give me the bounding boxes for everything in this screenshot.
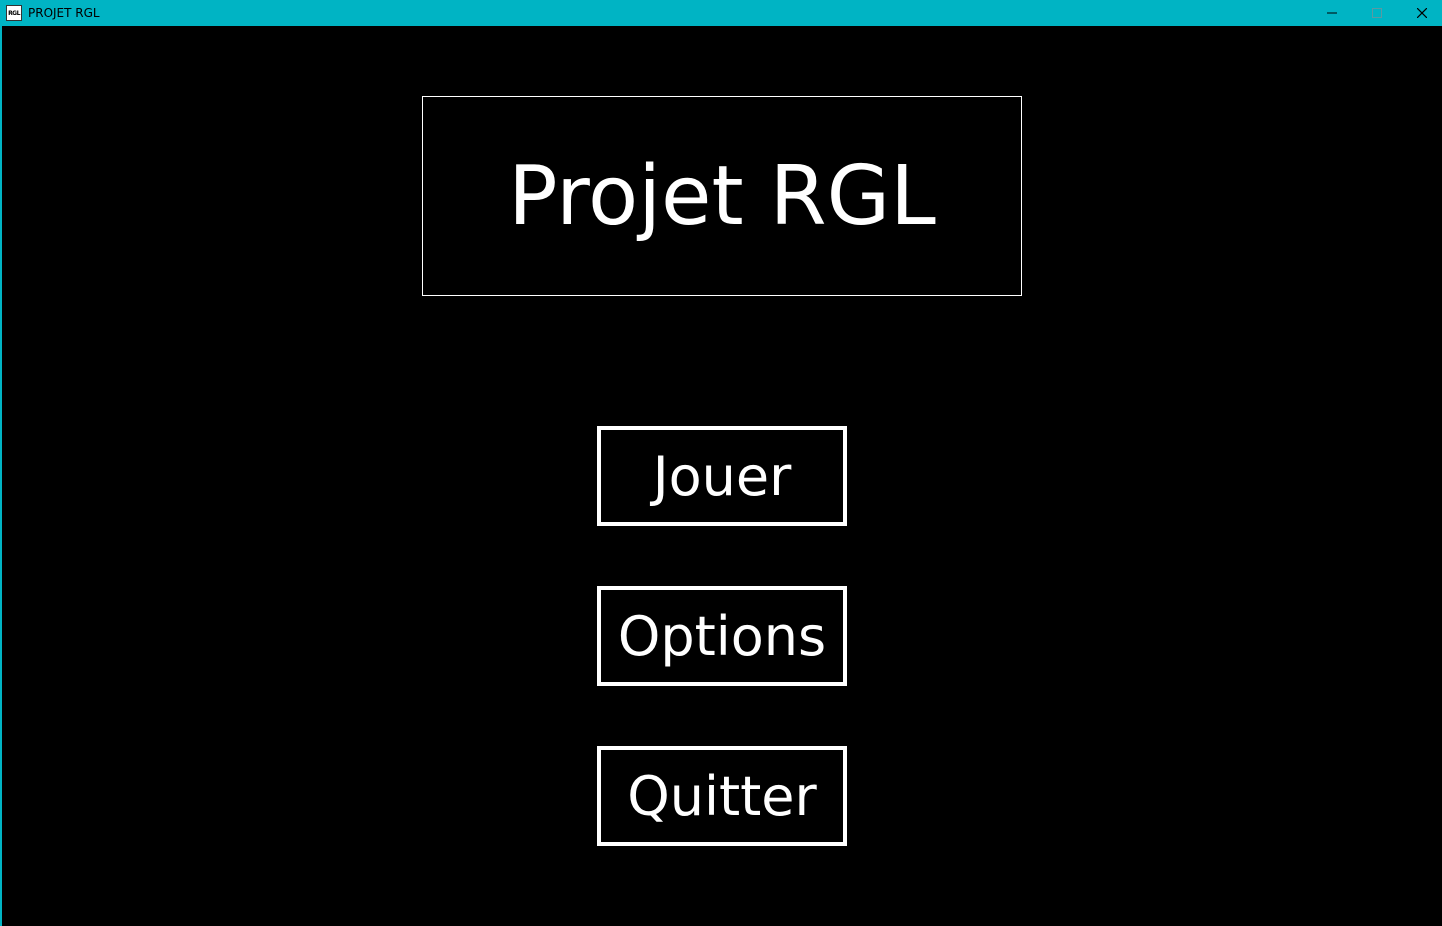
minimize-icon [1326, 12, 1337, 14]
window-controls [1309, 0, 1442, 26]
quit-button[interactable]: Quitter [597, 746, 847, 846]
window-title: PROJET RGL [28, 6, 100, 20]
close-button[interactable] [1399, 0, 1442, 26]
maximize-button[interactable] [1354, 0, 1399, 26]
maximize-icon [1371, 8, 1382, 18]
minimize-button[interactable] [1309, 0, 1354, 26]
app-window: RGL PROJET RGL Projet RGL Jouer Options … [0, 0, 1442, 926]
options-button[interactable]: Options [597, 586, 847, 686]
app-icon: RGL [6, 5, 22, 21]
title-bar[interactable]: RGL PROJET RGL [2, 0, 1442, 26]
close-icon [1416, 8, 1427, 18]
game-title: Projet RGL [422, 96, 1022, 296]
game-canvas: Projet RGL Jouer Options Quitter [2, 26, 1442, 926]
play-button[interactable]: Jouer [597, 426, 847, 526]
